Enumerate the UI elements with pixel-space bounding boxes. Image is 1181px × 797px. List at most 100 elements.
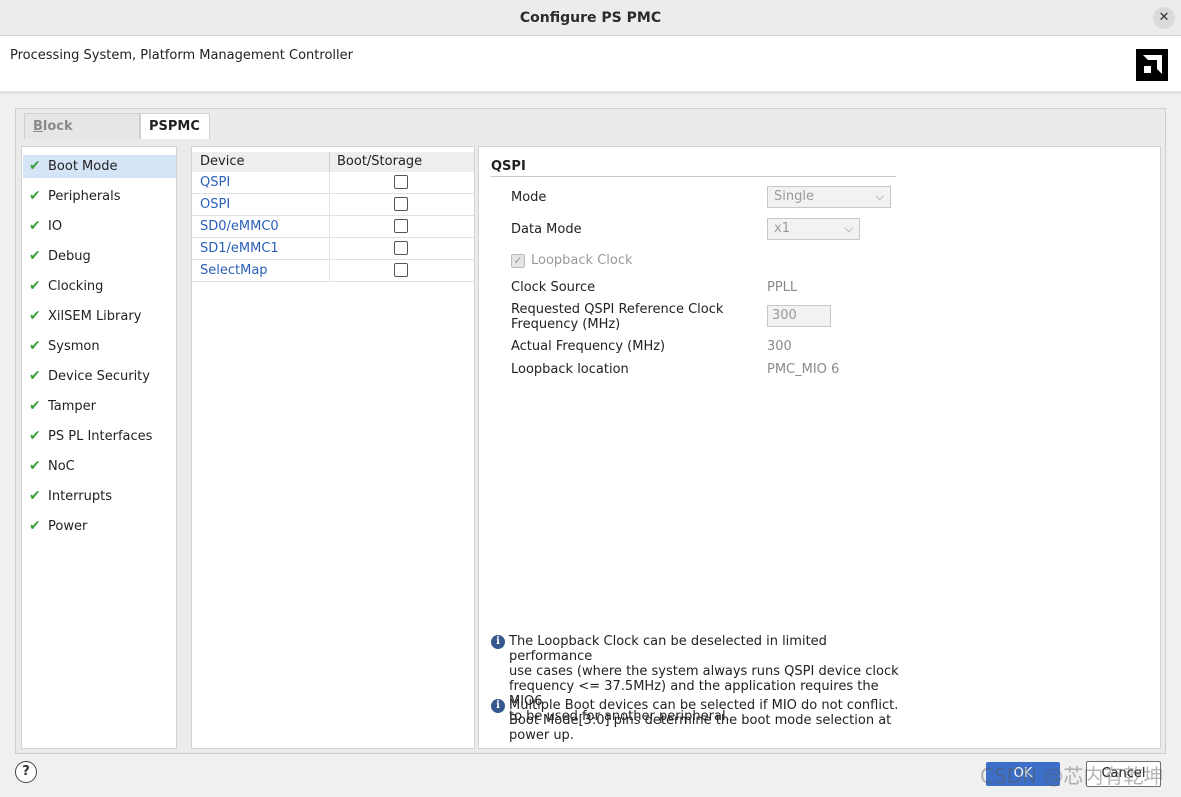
check-icon: ✔ <box>29 488 41 504</box>
nav-item-device-security[interactable]: ✔ Device Security <box>23 365 176 388</box>
tab-pspmc[interactable]: PSPMC <box>140 113 210 139</box>
table-row[interactable]: QSPI <box>192 172 474 194</box>
column-divider <box>329 152 330 172</box>
device-link-sd0[interactable]: SD0/eMMC0 <box>200 219 279 234</box>
nav-item-label: Device Security <box>48 369 150 384</box>
check-icon: ✔ <box>29 428 41 444</box>
check-icon: ✔ <box>29 278 41 294</box>
nav-item-label: Power <box>48 519 88 534</box>
table-row[interactable]: SelectMap <box>192 260 474 282</box>
ref-clock-label-line2: Frequency (MHz) <box>511 317 621 332</box>
info-icon: i <box>491 699 505 713</box>
table-row[interactable]: SD0/eMMC0 <box>192 216 474 238</box>
nav-item-noc[interactable]: ✔ NoC <box>23 455 176 478</box>
table-row[interactable]: OSPI <box>192 194 474 216</box>
ref-clock-label: Requested QSPI Reference Clock Frequency … <box>511 302 723 332</box>
device-link-qspi[interactable]: QSPI <box>200 175 230 190</box>
nav-item-label: PS PL Interfaces <box>48 429 153 444</box>
info-note-line: power up. <box>509 728 574 743</box>
mode-select[interactable]: Single ⌵ <box>767 186 891 208</box>
nav-item-io[interactable]: ✔ IO <box>23 215 176 238</box>
column-divider <box>329 194 330 216</box>
nav-item-sysmon[interactable]: ✔ Sysmon <box>23 335 176 358</box>
loopback-location-label: Loopback location <box>511 362 629 377</box>
nav-item-debug[interactable]: ✔ Debug <box>23 245 176 268</box>
boot-storage-checkbox-sd1[interactable] <box>394 241 408 255</box>
check-icon: ✔ <box>29 518 41 534</box>
clock-source-value: PPLL <box>767 280 798 295</box>
tab-block-diagram[interactable]: Block Diagram <box>24 113 140 160</box>
category-nav: ✔ Boot Mode ✔ Peripherals ✔ IO ✔ Debug ✔ Cloc… <box>21 146 177 749</box>
nav-item-label: XilSEM Library <box>48 309 142 324</box>
check-icon: ✔ <box>29 248 41 264</box>
boot-storage-checkbox-ospi[interactable] <box>394 197 408 211</box>
device-link-sd1[interactable]: SD1/eMMC1 <box>200 241 279 256</box>
check-icon: ✔ <box>29 218 41 234</box>
title-bar: Configure PS PMC ✕ <box>0 0 1181 36</box>
qspi-config-panel: QSPI Mode Single ⌵ Data Mode x1 ⌵ ✓ Loopba… <box>478 146 1161 749</box>
actual-frequency-value: 300 <box>767 339 792 354</box>
nav-item-boot-mode[interactable]: ✔ Boot Mode <box>23 155 176 178</box>
chevron-down-icon: ⌵ <box>875 190 884 203</box>
data-mode-label: Data Mode <box>511 222 582 237</box>
info-note-line: Multiple Boot devices can be selected if… <box>509 698 899 713</box>
info-note-boot-devices: i Multiple Boot devices can be selected … <box>491 698 901 743</box>
check-icon: ✔ <box>29 158 41 174</box>
nav-item-tamper[interactable]: ✔ Tamper <box>23 395 176 418</box>
nav-item-label: IO <box>48 219 63 234</box>
nav-item-label: Peripherals <box>48 189 121 204</box>
nav-item-label: Sysmon <box>48 339 100 354</box>
info-icon: i <box>491 635 505 649</box>
close-icon[interactable]: ✕ <box>1153 7 1175 29</box>
loopback-clock-label: Loopback Clock <box>531 253 633 268</box>
column-divider <box>329 216 330 238</box>
column-header-boot-storage[interactable]: Boot/Storage <box>337 154 422 169</box>
table-row[interactable]: SD1/eMMC1 <box>192 238 474 260</box>
nav-item-xilsem-library[interactable]: ✔ XilSEM Library <box>23 305 176 328</box>
window-title: Configure PS PMC <box>519 10 662 26</box>
actual-frequency-label: Actual Frequency (MHz) <box>511 339 666 354</box>
info-note-line: use cases (where the system always runs … <box>509 664 899 679</box>
boot-storage-checkbox-qspi[interactable] <box>394 175 408 189</box>
dialog-subtitle: Processing System, Platform Management C… <box>10 48 353 63</box>
tab-block-diagram-mnemonic: B <box>33 119 43 134</box>
ref-clock-input[interactable]: 300 <box>767 305 831 327</box>
nav-item-ps-pl-interfaces[interactable]: ✔ PS PL Interfaces <box>23 425 176 448</box>
nav-item-label: Debug <box>48 249 91 264</box>
ref-clock-label-line1: Requested QSPI Reference Clock <box>511 302 724 317</box>
nav-item-label: Interrupts <box>48 489 112 504</box>
nav-item-label: Boot Mode <box>48 159 118 174</box>
check-icon: ✔ <box>29 308 41 324</box>
nav-item-label: NoC <box>48 459 75 474</box>
mode-select-value: Single <box>774 189 814 204</box>
nav-item-interrupts[interactable]: ✔ Interrupts <box>23 485 176 508</box>
check-icon: ✔ <box>29 338 41 354</box>
nav-item-label: Clocking <box>48 279 104 294</box>
check-icon: ✔ <box>29 458 41 474</box>
column-divider <box>329 260 330 282</box>
amd-logo-icon <box>1136 49 1168 81</box>
boot-storage-checkbox-selectmap[interactable] <box>394 263 408 277</box>
check-icon: ✔ <box>29 188 41 204</box>
clock-source-label: Clock Source <box>511 280 596 295</box>
info-note-line: Boot Mode[3:0] pins determine the boot m… <box>509 713 892 728</box>
data-mode-select[interactable]: x1 ⌵ <box>767 218 860 240</box>
main-panel: Block Diagram PSPMC ✔ Boot Mode ✔ Peripher… <box>15 108 1166 754</box>
nav-item-clocking[interactable]: ✔ Clocking <box>23 275 176 298</box>
help-icon[interactable]: ? <box>15 761 37 783</box>
check-icon: ✔ <box>29 398 41 414</box>
chevron-down-icon: ⌵ <box>844 222 853 235</box>
device-link-ospi[interactable]: OSPI <box>200 197 230 212</box>
check-icon: ✔ <box>29 368 41 384</box>
column-header-device[interactable]: Device <box>200 154 244 169</box>
info-note-text: Multiple Boot devices can be selected if… <box>509 698 901 743</box>
device-link-selectmap[interactable]: SelectMap <box>200 263 268 278</box>
nav-item-peripherals[interactable]: ✔ Peripherals <box>23 185 176 208</box>
column-divider <box>329 172 330 194</box>
watermark: CSDN @芯内有乾坤 <box>980 764 1164 788</box>
loopback-clock-checkbox[interactable]: ✓ <box>511 254 525 268</box>
column-divider <box>329 238 330 260</box>
nav-item-label: Tamper <box>48 399 97 414</box>
boot-storage-checkbox-sd0[interactable] <box>394 219 408 233</box>
nav-item-power[interactable]: ✔ Power <box>23 515 176 538</box>
